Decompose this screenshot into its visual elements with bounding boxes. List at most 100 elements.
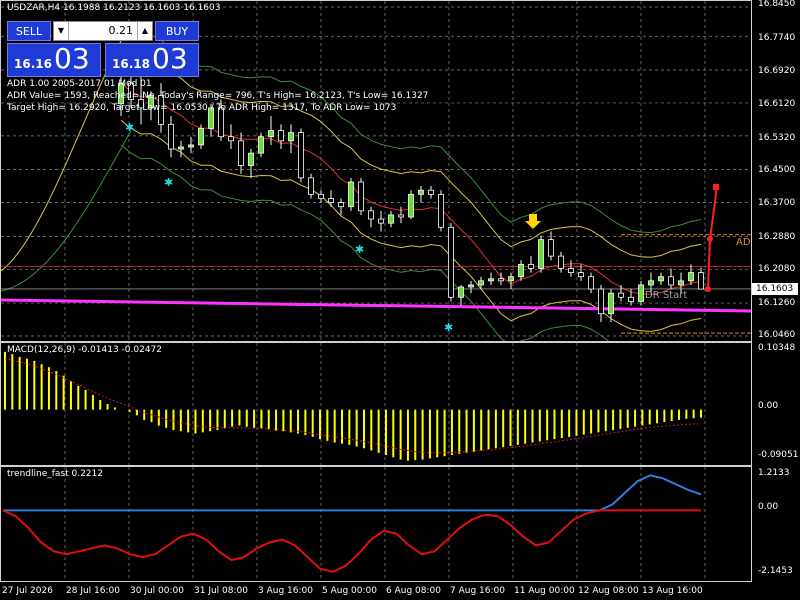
candle-body bbox=[678, 280, 684, 286]
candle-body bbox=[598, 288, 604, 315]
price-tick-label: 16.3700 bbox=[758, 198, 796, 208]
candle-body bbox=[258, 136, 264, 154]
current-price-tag: 16.1603 bbox=[752, 283, 798, 295]
candle-body bbox=[508, 276, 514, 282]
candle-body bbox=[588, 276, 594, 290]
time-tick-label: 30 Jul 00:00 bbox=[130, 586, 184, 596]
candle-body bbox=[238, 140, 244, 166]
candle-body bbox=[278, 130, 284, 142]
price-tick-label: 16.7740 bbox=[758, 33, 796, 43]
lot-size-stepper[interactable]: ▼ 0.21 ▲ bbox=[53, 21, 153, 41]
time-tick-label: 7 Aug 16:00 bbox=[450, 586, 505, 596]
candle-body bbox=[198, 128, 204, 146]
chart-window[interactable]: { "header": { "symbol_line": "USDZAR,H4 … bbox=[0, 0, 800, 600]
buy-button[interactable]: BUY bbox=[155, 21, 199, 41]
price-chart-pane[interactable]: ✱ ✱ ✱ ✱ USDZAR,H4 16.1988 16.2123 16.1603 1… bbox=[0, 0, 752, 342]
bollinger-lower-outer bbox=[120, 144, 609, 341]
candle-body bbox=[618, 292, 624, 298]
ask-price-pips: 03 bbox=[152, 42, 188, 75]
macd-title: MACD(12,26,9) -0.01413 -0.02472 bbox=[7, 345, 163, 355]
macd-signal-line bbox=[4, 358, 701, 454]
time-tick-label: 27 Jul 2026 bbox=[2, 586, 53, 596]
adr-info-line-3: Target High= 16.2920, Target Low= 16.053… bbox=[7, 103, 397, 113]
adr-info-line-1: ADR 1.00 2005-2017 01 Mod 01 bbox=[7, 79, 152, 89]
candle-body bbox=[388, 214, 394, 224]
time-tick-label: 28 Jul 16:00 bbox=[66, 586, 120, 596]
trendline-title: trendline_fast 0.2212 bbox=[7, 469, 103, 479]
macd-canvas[interactable] bbox=[1, 343, 752, 466]
cyan-cross-marker: ✱ bbox=[125, 121, 134, 134]
candle-body bbox=[188, 144, 194, 148]
candle-body bbox=[688, 272, 694, 282]
candle-body bbox=[608, 292, 614, 315]
macd-pane[interactable]: MACD(12,26,9) -0.01413 -0.02472 bbox=[0, 342, 752, 466]
candle-body bbox=[448, 226, 454, 298]
cyan-cross-marker: ✱ bbox=[355, 243, 364, 256]
time-tick-label: 5 Aug 00:00 bbox=[322, 586, 377, 596]
candle-body bbox=[378, 218, 384, 224]
candle-body bbox=[488, 278, 494, 282]
price-axis[interactable]: 16.8450 16.7740 16.6920 16.6120 16.5320 … bbox=[752, 0, 800, 600]
price-tick-label: 16.5320 bbox=[758, 133, 796, 143]
band-early-green bbox=[1, 130, 132, 292]
symbol-info: USDZAR,H4 16.1988 16.2123 16.1603 16.160… bbox=[7, 3, 221, 13]
candle-body bbox=[338, 202, 344, 208]
bid-price-box[interactable]: 16.16 03 bbox=[7, 42, 101, 77]
time-tick-label: 12 Aug 08:00 bbox=[578, 586, 639, 596]
candle-body bbox=[668, 276, 674, 286]
candle-body bbox=[168, 123, 174, 150]
adr-label: ADR bbox=[736, 237, 751, 248]
candle-body bbox=[548, 239, 554, 257]
lot-down-icon[interactable]: ▼ bbox=[54, 22, 69, 40]
moving-average-line bbox=[120, 82, 702, 295]
signal-arrow-icon bbox=[525, 214, 541, 229]
trendline-blue-line bbox=[3, 474, 702, 512]
candle-body bbox=[638, 284, 644, 302]
trendline-red-line bbox=[2, 509, 701, 573]
candle-body bbox=[348, 181, 354, 208]
candle-body bbox=[228, 136, 234, 142]
candle-body bbox=[558, 255, 564, 269]
trendline-tick-label: 0.00 bbox=[758, 502, 779, 512]
candle-body bbox=[358, 181, 364, 212]
candle-body bbox=[318, 193, 324, 199]
lot-size-input[interactable]: 0.21 bbox=[70, 22, 136, 40]
candle-body bbox=[658, 276, 664, 282]
candle-body bbox=[428, 189, 434, 195]
candle-body bbox=[298, 132, 304, 179]
trendline-canvas[interactable] bbox=[1, 467, 752, 582]
bollinger-lower bbox=[120, 119, 702, 332]
candle-body bbox=[268, 130, 274, 138]
candle-body bbox=[418, 189, 424, 195]
bid-price-pips: 03 bbox=[54, 42, 90, 75]
candle-body bbox=[398, 214, 404, 218]
candle-body bbox=[568, 268, 574, 273]
candle-body bbox=[468, 284, 474, 288]
candle-body bbox=[628, 296, 634, 302]
adr-info-line-2: ADR Value= 1593, Reached= No, Today's Ra… bbox=[7, 91, 429, 101]
candle-body bbox=[438, 193, 444, 228]
candle-body bbox=[288, 132, 294, 142]
dr-start-label: DR Start bbox=[645, 290, 688, 301]
bid-price-prefix: 16.16 bbox=[14, 57, 52, 71]
trendline-pane[interactable]: trendline_fast 0.2212 bbox=[0, 466, 752, 582]
sell-button[interactable]: SELL bbox=[7, 21, 51, 41]
candle-body bbox=[578, 272, 584, 278]
price-tick-label: 16.6920 bbox=[758, 66, 796, 76]
candle-body bbox=[308, 177, 314, 195]
price-tick-label: 16.1260 bbox=[758, 298, 796, 308]
cyan-cross-marker: ✱ bbox=[444, 321, 453, 334]
price-tick-label: 16.8450 bbox=[758, 0, 796, 9]
time-tick-label: 6 Aug 08:00 bbox=[386, 586, 441, 596]
candle-body bbox=[178, 146, 184, 150]
trendline-tick-label: 1.2133 bbox=[758, 468, 790, 478]
time-tick-label: 31 Jul 08:00 bbox=[194, 586, 248, 596]
bollinger-upper bbox=[120, 45, 702, 258]
lot-up-icon[interactable]: ▲ bbox=[137, 22, 152, 40]
one-click-trading-panel: SELL ▼ 0.21 ▲ BUY 16.16 03 16.18 03 bbox=[7, 21, 199, 77]
ask-price-box[interactable]: 16.18 03 bbox=[105, 42, 199, 77]
price-tick-label: 16.2880 bbox=[758, 232, 796, 242]
candle-body bbox=[458, 286, 464, 298]
time-axis[interactable]: 27 Jul 2026 28 Jul 16:00 30 Jul 00:00 31… bbox=[0, 582, 752, 600]
macd-tick-label: -0.09051 bbox=[758, 450, 799, 460]
